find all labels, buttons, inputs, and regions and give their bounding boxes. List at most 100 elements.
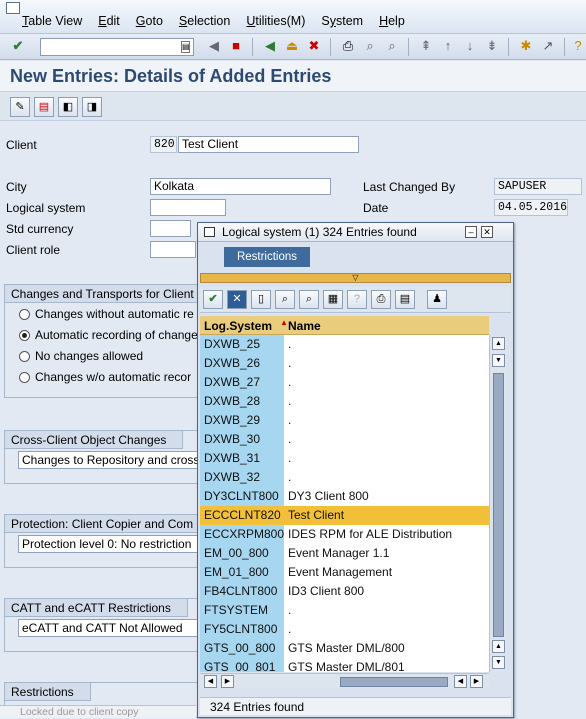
list-item[interactable]: ECCXRPM800 IDES RPM for ALE Distribution xyxy=(200,525,489,544)
new-entry-icon[interactable]: ▯ xyxy=(251,290,271,309)
name-cell[interactable]: . xyxy=(286,430,291,449)
scroll-down-icon[interactable]: ▼ xyxy=(492,656,505,669)
logical-system-cell[interactable]: DXWB_32 xyxy=(200,468,284,487)
name-cell[interactable]: IDES RPM for ALE Distribution xyxy=(286,525,452,544)
find-icon[interactable]: ⌕ xyxy=(362,38,378,54)
list-item[interactable]: DXWB_25. xyxy=(200,335,489,354)
list-item[interactable]: DXWB_32. xyxy=(200,468,489,487)
radio-option[interactable]: No changes allowed xyxy=(19,349,143,363)
find-icon[interactable]: ⌕ xyxy=(275,290,295,309)
scroll-right-page-icon[interactable]: ▶ xyxy=(221,675,234,688)
name-cell[interactable]: . xyxy=(286,411,291,430)
menu-item-system[interactable]: System xyxy=(321,14,363,28)
list-item[interactable]: FTSYSTEM. xyxy=(200,601,489,620)
create-session-icon[interactable]: ✱ xyxy=(518,38,534,54)
next-entry-icon[interactable]: ◨ xyxy=(82,97,102,117)
radio-option[interactable]: Automatic recording of change xyxy=(19,328,198,342)
shortcut-icon[interactable]: ↗ xyxy=(540,38,556,54)
scroll-left-page-icon[interactable]: ◀ xyxy=(454,675,467,688)
name-cell[interactable]: . xyxy=(286,468,291,487)
print-icon[interactable]: ⎙ xyxy=(371,290,391,309)
continue-icon[interactable]: ✔ xyxy=(203,290,223,309)
menu-item-edit[interactable]: Edit xyxy=(98,14,120,28)
scroll-right-icon[interactable]: ▶ xyxy=(470,675,483,688)
name-cell[interactable]: . xyxy=(286,354,291,373)
horizontal-thumb[interactable] xyxy=(340,677,448,687)
list-item[interactable]: ECCCLNT820 Test Client xyxy=(200,506,489,525)
logical-system-cell[interactable]: DXWB_26 xyxy=(200,354,284,373)
print-icon[interactable]: ⎙ xyxy=(340,38,356,54)
logical-system-cell[interactable]: DXWB_29 xyxy=(200,411,284,430)
list-item[interactable]: EM_00_800 Event Manager 1.1 xyxy=(200,544,489,563)
display-change-icon[interactable]: ✎ xyxy=(10,97,30,117)
menu-item-selection[interactable]: Selection xyxy=(179,14,230,28)
logical-system-cell[interactable]: EM_00_800 xyxy=(200,544,284,563)
list-item[interactable]: DXWB_28. xyxy=(200,392,489,411)
next-page-icon[interactable]: ↓ xyxy=(462,38,478,54)
list-item[interactable]: FB4CLNT800 ID3 Client 800 xyxy=(200,582,489,601)
radio-option[interactable]: Changes without automatic re xyxy=(19,307,194,321)
name-cell[interactable]: GTS Master DML/800 xyxy=(286,639,405,658)
sort-icon[interactable]: ▦ xyxy=(323,290,343,309)
col-name-header[interactable]: Name xyxy=(288,319,321,333)
cancel-icon[interactable]: ✕ xyxy=(227,290,247,309)
name-cell[interactable]: . xyxy=(286,335,291,354)
logical-system-cell[interactable]: DY3CLNT800 xyxy=(200,487,284,506)
exit-icon[interactable]: ⏏ xyxy=(284,38,300,54)
name-cell[interactable]: . xyxy=(286,620,291,639)
collapse-restrictions-icon[interactable]: ▽ xyxy=(200,273,511,283)
name-cell[interactable]: Event Manager 1.1 xyxy=(286,544,389,563)
find-next-icon[interactable]: ⌕ xyxy=(299,290,319,309)
std-currency-field[interactable] xyxy=(150,220,191,237)
personal-list-icon[interactable]: ♟ xyxy=(427,290,447,309)
last-page-icon[interactable]: ⇟ xyxy=(484,38,500,54)
vertical-scrollbar[interactable]: ▲ ▼ ▲ ▼ xyxy=(489,335,507,672)
name-cell[interactable]: . xyxy=(286,601,291,620)
menu-item-utilities-m[interactable]: Utilities(M) xyxy=(246,14,305,28)
logical-system-cell[interactable]: DXWB_31 xyxy=(200,449,284,468)
horizontal-scrollbar[interactable]: ◀ ▶ ◀ ▶ xyxy=(200,673,489,689)
col-logsys-header[interactable]: Log.System xyxy=(204,319,272,333)
layout-icon[interactable]: ▤ xyxy=(395,290,415,309)
name-cell[interactable]: Test Client xyxy=(286,506,344,525)
logical-system-cell[interactable]: ECCCLNT820 xyxy=(200,506,284,525)
client-name-field[interactable]: Test Client xyxy=(178,136,359,153)
name-cell[interactable]: . xyxy=(286,449,291,468)
delete-entry-icon[interactable]: ▤ xyxy=(34,97,54,117)
logical-system-cell[interactable]: FY5CLNT800 xyxy=(200,620,284,639)
name-cell[interactable]: DY3 Client 800 xyxy=(286,487,369,506)
list-item[interactable]: GTS_00_801 GTS Master DML/801 xyxy=(200,658,489,672)
scroll-page-up-icon[interactable]: ▼ xyxy=(492,354,505,367)
radio-option[interactable]: Changes w/o automatic recor xyxy=(19,370,191,384)
previous-page-icon[interactable]: ↑ xyxy=(440,38,456,54)
scroll-up-icon[interactable]: ▲ xyxy=(492,337,505,350)
command-field[interactable]: ▤ xyxy=(40,38,194,56)
radio-button-icon[interactable] xyxy=(19,371,30,383)
tab-restrictions[interactable]: Restrictions xyxy=(224,247,310,267)
scroll-left-icon[interactable]: ◀ xyxy=(204,675,217,688)
client-role-field[interactable] xyxy=(150,241,196,258)
first-page-icon[interactable]: ⇞ xyxy=(418,38,434,54)
radio-button-icon[interactable] xyxy=(19,308,30,320)
list-item[interactable]: EM_01_800 Event Management xyxy=(200,563,489,582)
name-cell[interactable]: . xyxy=(286,392,291,411)
save-icon[interactable]: ■ xyxy=(228,38,244,54)
logical-system-cell[interactable]: GTS_00_801 xyxy=(200,658,284,672)
minimize-icon[interactable]: – xyxy=(465,226,477,238)
logical-system-cell[interactable]: DXWB_27 xyxy=(200,373,284,392)
previous-entry-icon[interactable]: ◧ xyxy=(58,97,78,117)
help-icon[interactable]: ? xyxy=(570,38,586,54)
menu-item-goto[interactable]: Goto xyxy=(136,14,163,28)
close-icon[interactable]: ✕ xyxy=(481,226,493,238)
logical-system-cell[interactable]: EM_01_800 xyxy=(200,563,284,582)
system-menu-icon[interactable] xyxy=(6,2,20,14)
logical-system-cell[interactable]: FB4CLNT800 xyxy=(200,582,284,601)
back-icon[interactable]: ◀ xyxy=(262,38,278,54)
command-history-icon[interactable]: ▤ xyxy=(181,41,190,53)
logical-system-cell[interactable]: DXWB_28 xyxy=(200,392,284,411)
list-item[interactable]: DXWB_29. xyxy=(200,411,489,430)
list-item[interactable]: DXWB_26. xyxy=(200,354,489,373)
name-cell[interactable]: . xyxy=(286,373,291,392)
scroll-thumb[interactable] xyxy=(493,373,504,637)
list-item[interactable]: DY3CLNT800 DY3 Client 800 xyxy=(200,487,489,506)
